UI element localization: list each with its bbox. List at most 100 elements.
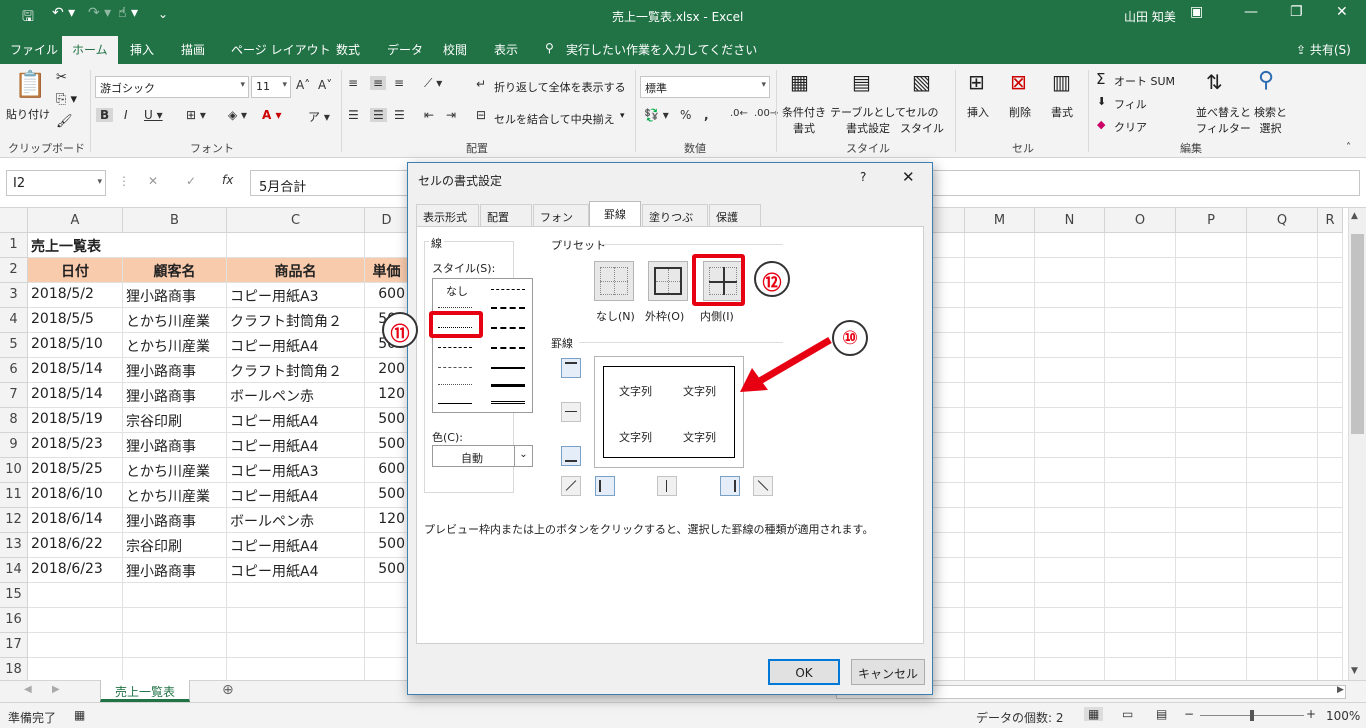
table-cell[interactable]: 120 (365, 383, 409, 408)
column-header[interactable]: A (28, 208, 123, 233)
cell[interactable] (965, 433, 1035, 458)
orientation-icon[interactable]: ⟋ ▾ (424, 76, 442, 91)
cell[interactable] (1247, 233, 1318, 258)
format-as-table-button[interactable]: テーブルとして 書式設定 (830, 104, 906, 136)
cell[interactable] (1035, 458, 1105, 483)
cell[interactable] (1176, 383, 1247, 408)
table-cell[interactable]: 2018/5/19 (28, 408, 123, 433)
sheet-title[interactable]: 売上一覧表 (28, 233, 123, 258)
row-header[interactable]: 7 (0, 383, 28, 408)
table-cell[interactable]: 500 (365, 408, 409, 433)
cell[interactable] (1035, 333, 1105, 358)
table-cell[interactable]: とかち川産業 (123, 458, 227, 483)
cell[interactable] (1105, 533, 1176, 558)
cell[interactable] (1247, 558, 1318, 583)
cell[interactable] (227, 233, 365, 258)
cell[interactable] (1247, 533, 1318, 558)
cell[interactable] (1105, 433, 1176, 458)
zoom-in-icon[interactable]: + (1306, 707, 1316, 721)
cell[interactable] (1318, 358, 1343, 383)
cell[interactable] (965, 258, 1035, 283)
align-bottom-icon[interactable]: ≡ (394, 76, 404, 90)
clear-button[interactable]: クリア (1114, 119, 1147, 135)
cancel-entry-icon[interactable]: ✕ (148, 174, 158, 188)
tell-me-input[interactable]: 実行したい作業を入力してください (566, 41, 757, 58)
cell[interactable] (1176, 283, 1247, 308)
macro-record-icon[interactable]: ▦ (74, 708, 85, 722)
cell[interactable] (1176, 608, 1247, 633)
cell[interactable] (1035, 558, 1105, 583)
tab-review[interactable]: 校閲 (443, 41, 467, 58)
cell[interactable] (1035, 258, 1105, 283)
cell[interactable] (1035, 408, 1105, 433)
comma-icon[interactable]: , (704, 108, 709, 122)
cell[interactable] (1247, 458, 1318, 483)
cell[interactable] (1318, 408, 1343, 433)
cell[interactable] (1035, 633, 1105, 658)
cell[interactable] (1035, 483, 1105, 508)
cell[interactable] (1247, 508, 1318, 533)
ribbon-options-icon[interactable]: ▣ (1190, 4, 1203, 20)
table-cell[interactable]: 狸小路商事 (123, 383, 227, 408)
scroll-up-icon[interactable]: ▲ (1351, 211, 1358, 221)
cell[interactable] (1318, 558, 1343, 583)
table-cell[interactable]: 宗谷印刷 (123, 533, 227, 558)
border-top-button[interactable] (561, 358, 581, 378)
table-cell[interactable]: ボールペン赤 (227, 383, 365, 408)
table-cell[interactable]: 600 (365, 458, 409, 483)
cell[interactable] (965, 408, 1035, 433)
line-style-hair[interactable] (438, 307, 472, 308)
line-style-none[interactable]: なし (446, 283, 468, 299)
table-cell[interactable]: 狸小路商事 (123, 283, 227, 308)
row-header[interactable]: 1 (0, 233, 28, 258)
cell[interactable] (1176, 233, 1247, 258)
cell[interactable] (123, 233, 227, 258)
bold-icon[interactable]: B (96, 108, 114, 122)
cell[interactable] (1247, 308, 1318, 333)
copy-icon[interactable]: ⎘ ▾ (56, 92, 77, 107)
cell[interactable] (1105, 383, 1176, 408)
decrease-indent-icon[interactable]: ⇤ (424, 108, 434, 122)
cell[interactable] (1176, 408, 1247, 433)
delete-cells-button[interactable]: 削除 (1009, 104, 1031, 120)
cell[interactable] (1176, 483, 1247, 508)
cell[interactable] (1318, 283, 1343, 308)
table-cell[interactable]: 600 (365, 283, 409, 308)
column-header[interactable]: R (1318, 208, 1343, 233)
cell[interactable] (1105, 283, 1176, 308)
tab-font[interactable]: フォント (533, 204, 589, 240)
cell[interactable] (1176, 558, 1247, 583)
table-cell[interactable]: 2018/5/10 (28, 333, 123, 358)
tab-border[interactable]: 罫線 (589, 201, 641, 227)
cell[interactable] (1035, 308, 1105, 333)
cell[interactable] (123, 608, 227, 633)
cell[interactable] (1105, 608, 1176, 633)
cell[interactable] (1035, 433, 1105, 458)
chevron-down-icon[interactable]: ⌄ (514, 446, 532, 466)
cell[interactable] (1318, 458, 1343, 483)
format-cells-icon[interactable]: ▥ (1052, 70, 1071, 94)
cell[interactable] (965, 533, 1035, 558)
line-style-list[interactable]: なし (432, 278, 533, 413)
line-style-double[interactable] (491, 401, 525, 404)
table-cell[interactable]: 宗谷印刷 (123, 408, 227, 433)
border-right-button[interactable] (720, 476, 740, 496)
share-button[interactable]: ⇪ 共有(S) (1296, 41, 1351, 58)
cell[interactable] (1035, 608, 1105, 633)
table-cell[interactable]: 500 (365, 483, 409, 508)
tab-home[interactable]: ホーム (62, 36, 118, 64)
cell[interactable] (965, 358, 1035, 383)
cell[interactable] (965, 383, 1035, 408)
confirm-entry-icon[interactable]: ✓ (186, 174, 196, 188)
tab-number-format[interactable]: 表示形式 (416, 204, 479, 226)
cell[interactable] (365, 233, 409, 258)
line-style-thick[interactable] (491, 384, 525, 387)
row-header[interactable]: 13 (0, 533, 28, 558)
cell[interactable] (1318, 383, 1343, 408)
row-header[interactable]: 15 (0, 583, 28, 608)
border-diagonal-up-button[interactable] (561, 476, 581, 496)
cell[interactable] (1176, 308, 1247, 333)
cell[interactable] (1105, 583, 1176, 608)
conditional-format-icon[interactable]: ▦ (790, 70, 809, 94)
table-cell[interactable]: コピー用紙A4 (227, 333, 365, 358)
